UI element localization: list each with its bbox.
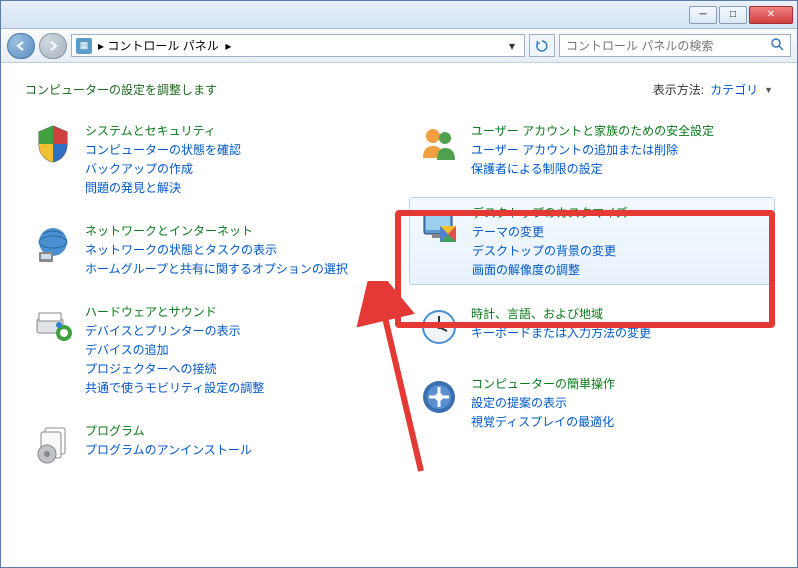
category-icon [417,375,461,419]
category-icon [31,122,75,166]
category-link[interactable]: キーボードまたは入力方法の変更 [471,324,651,341]
category-link[interactable]: 保護者による制限の設定 [471,160,714,177]
page-title: コンピューターの設定を調整します [25,81,217,98]
breadcrumb[interactable]: コントロール パネル ▸ [107,37,504,54]
address-bar[interactable]: ▦ ▸ コントロール パネル ▸ ▾ [71,34,525,57]
category-link[interactable]: デバイスの追加 [85,341,264,358]
category-title[interactable]: デスクトップのカスタマイズ [472,204,628,221]
category-title[interactable]: コンピューターの簡単操作 [471,375,615,392]
control-panel-window: ─ □ ✕ ▦ ▸ コントロール パネル ▸ ▾ コンピューターの設定を調整しま [0,0,798,568]
category-icon [417,122,461,166]
viewmode-selector[interactable]: 表示方法: カテゴリ ▼ [653,81,773,98]
category-title[interactable]: 時計、言語、および地域 [471,305,651,322]
category-icon [31,422,75,466]
chevron-down-icon: ▼ [764,85,773,95]
viewmode-label: 表示方法: [653,81,704,98]
search-input[interactable] [566,39,770,53]
category-item: ハードウェアとサウンドデバイスとプリンターの表示デバイスの追加プロジェクターへの… [23,297,389,402]
breadcrumb-separator: ▸ [98,39,104,53]
category-body: コンピューターの簡単操作設定の提案の表示視覚ディスプレイの最適化 [471,375,615,430]
forward-button[interactable] [39,33,67,59]
category-link[interactable]: プログラムのアンインストール [85,441,252,458]
category-item: ネットワークとインターネットネットワークの状態とタスクの表示ホームグループと共有… [23,216,389,283]
category-item: コンピューターの簡単操作設定の提案の表示視覚ディスプレイの最適化 [409,369,775,436]
category-item: システムとセキュリティコンピューターの状態を確認バックアップの作成問題の発見と解… [23,116,389,202]
minimize-button[interactable]: ─ [689,6,717,24]
category-item: 時計、言語、および地域キーボードまたは入力方法の変更 [409,299,775,355]
category-title[interactable]: ユーザー アカウントと家族のための安全設定 [471,122,714,139]
category-link[interactable]: テーマの変更 [472,223,628,240]
address-dropdown[interactable]: ▾ [504,39,520,53]
category-body: システムとセキュリティコンピューターの状態を確認バックアップの作成問題の発見と解… [85,122,241,196]
category-body: プログラムプログラムのアンインストール [85,422,252,458]
category-item: ユーザー アカウントと家族のための安全設定ユーザー アカウントの追加または削除保… [409,116,775,183]
category-title[interactable]: システムとセキュリティ [85,122,241,139]
search-box[interactable] [559,34,791,57]
right-column: ユーザー アカウントと家族のための安全設定ユーザー アカウントの追加または削除保… [409,116,775,472]
content-area: コンピューターの設定を調整します 表示方法: カテゴリ ▼ システムとセキュリテ… [1,63,797,490]
category-link[interactable]: 共通で使うモビリティ設定の調整 [85,379,264,396]
category-body: ネットワークとインターネットネットワークの状態とタスクの表示ホームグループと共有… [85,222,348,277]
category-item: デスクトップのカスタマイズテーマの変更デスクトップの背景の変更画面の解像度の調整 [409,197,775,285]
search-icon [770,37,784,54]
category-item: プログラムプログラムのアンインストール [23,416,389,472]
category-link[interactable]: ユーザー アカウントの追加または削除 [471,141,714,158]
category-link[interactable]: バックアップの作成 [85,160,241,177]
category-body: デスクトップのカスタマイズテーマの変更デスクトップの背景の変更画面の解像度の調整 [472,204,628,278]
titlebar: ─ □ ✕ [1,1,797,29]
category-link[interactable]: デバイスとプリンターの表示 [85,322,264,339]
category-link[interactable]: コンピューターの状態を確認 [85,141,241,158]
navigation-bar: ▦ ▸ コントロール パネル ▸ ▾ [1,29,797,63]
category-body: ハードウェアとサウンドデバイスとプリンターの表示デバイスの追加プロジェクターへの… [85,303,264,396]
category-link[interactable]: 視覚ディスプレイの最適化 [471,413,615,430]
category-link[interactable]: 設定の提案の表示 [471,394,615,411]
category-title[interactable]: ハードウェアとサウンド [85,303,264,320]
category-link[interactable]: ホームグループと共有に関するオプションの選択 [85,260,348,277]
category-link[interactable]: プロジェクターへの接続 [85,360,264,377]
maximize-button[interactable]: □ [719,6,747,24]
category-link[interactable]: 問題の発見と解決 [85,179,241,196]
category-link[interactable]: 画面の解像度の調整 [472,261,628,278]
category-body: ユーザー アカウントと家族のための安全設定ユーザー アカウントの追加または削除保… [471,122,714,177]
category-icon [31,222,75,266]
close-button[interactable]: ✕ [749,6,793,24]
content-header: コンピューターの設定を調整します 表示方法: カテゴリ ▼ [23,81,775,116]
category-icon [418,204,462,248]
category-title[interactable]: ネットワークとインターネット [85,222,348,239]
category-link[interactable]: ネットワークの状態とタスクの表示 [85,241,348,258]
viewmode-value[interactable]: カテゴリ [710,81,758,98]
category-body: 時計、言語、および地域キーボードまたは入力方法の変更 [471,305,651,341]
control-panel-icon: ▦ [76,38,92,54]
category-icon [417,305,461,349]
category-icon [31,303,75,347]
categories-grid: システムとセキュリティコンピューターの状態を確認バックアップの作成問題の発見と解… [23,116,775,472]
category-title[interactable]: プログラム [85,422,252,439]
back-button[interactable] [7,33,35,59]
category-link[interactable]: デスクトップの背景の変更 [472,242,628,259]
refresh-button[interactable] [529,34,555,57]
left-column: システムとセキュリティコンピューターの状態を確認バックアップの作成問題の発見と解… [23,116,389,472]
